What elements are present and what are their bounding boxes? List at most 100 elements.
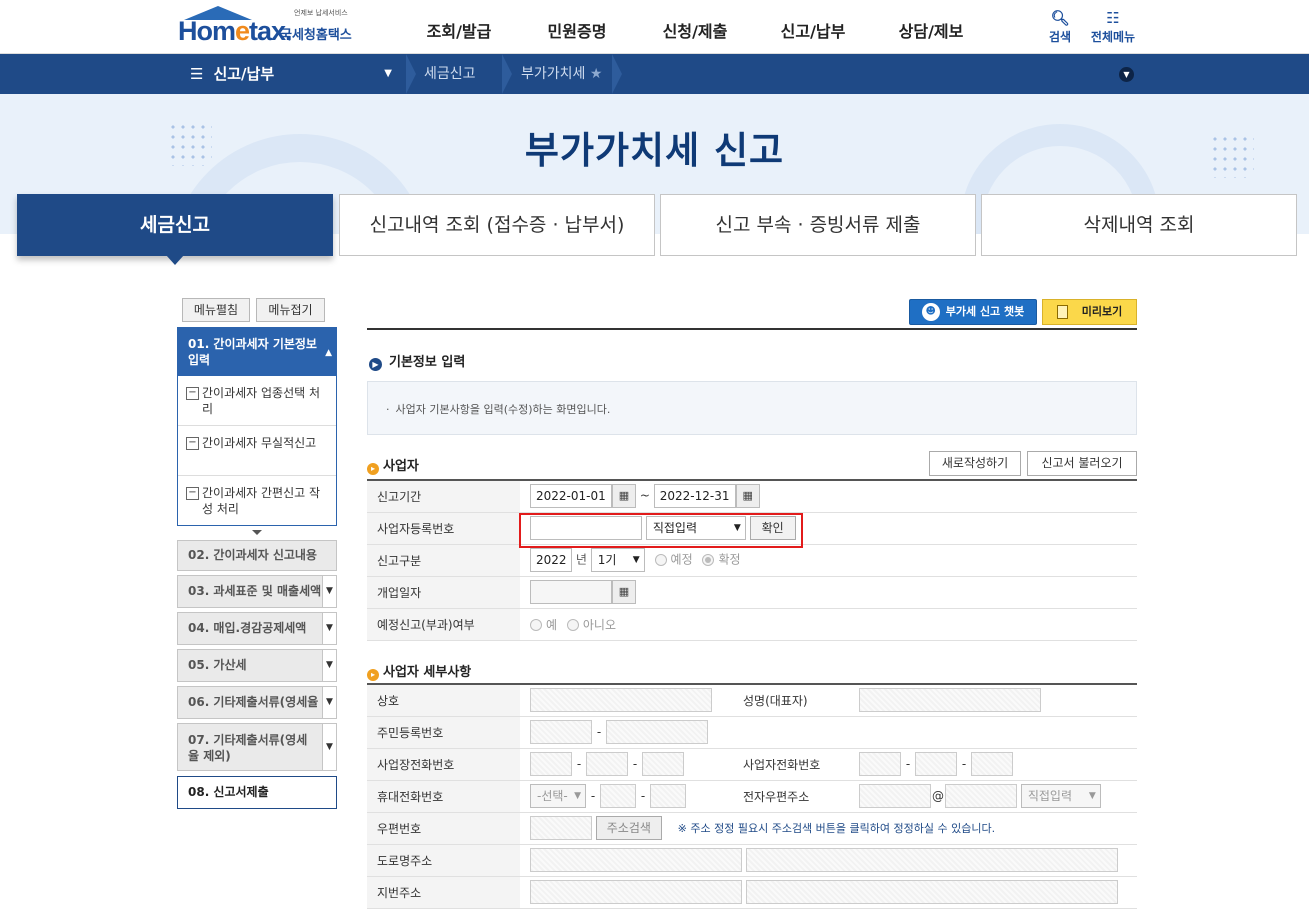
search-button[interactable]: 🔍︎ 검색 [1035, 8, 1085, 45]
breadcrumb-vat[interactable]: 부가가치세 ★ [521, 54, 602, 94]
year-input[interactable]: 2022 [530, 548, 572, 572]
open-date-cell: ▦ [520, 576, 1137, 609]
mobile-cell: -선택- ▼ - - [520, 780, 727, 813]
calendar-icon[interactable]: ▦ [612, 580, 636, 604]
menu-collapse-button[interactable]: 메뉴접기 [256, 298, 325, 322]
load-report-button[interactable]: 신고서 불러오기 [1027, 451, 1137, 476]
email-domain-select[interactable]: 직접입력 ▼ [1020, 784, 1101, 808]
gnb-item-report-pay[interactable]: 신고/납부 [754, 18, 872, 42]
step-6[interactable]: 06. 기타제출서류(영세율 ▼ [177, 686, 337, 719]
new-report-button[interactable]: 새로작성하기 [929, 451, 1021, 476]
step-1-item-business-type[interactable]: − 간이과세자 업종선택 처리 [178, 376, 336, 426]
mobile-prefix-select[interactable]: -선택- ▼ [530, 784, 586, 808]
email-at: @ [932, 788, 944, 803]
term-select-value: 1기 [597, 553, 617, 567]
tab-history[interactable]: 신고내역 조회 (접수증 · 납부서) [339, 194, 655, 256]
step-7-label: 07. 기타제출서류(영세율 제외) [188, 733, 308, 763]
rrn-dash: - [596, 724, 602, 739]
step-3[interactable]: 03. 과세표준 및 매출세액 ▼ [177, 575, 337, 608]
zip-cell: 주소검색 ※ 주소 정정 필요시 주소검색 버튼을 클릭하여 정정하실 수 있습… [520, 812, 1137, 845]
rrn-cell: - [520, 716, 1137, 749]
gnb-item-consult[interactable]: 상담/제보 [872, 18, 990, 42]
tab-deleted[interactable]: 삭제내역 조회 [981, 194, 1297, 256]
step-4[interactable]: 04. 매입.경감공제세액 ▼ [177, 612, 337, 645]
chatbot-icon: ☻ [921, 303, 940, 321]
rrn-label: 주민등록번호 [367, 716, 520, 749]
expand-circle-icon[interactable]: ▼ [1119, 67, 1134, 82]
calendar-icon[interactable]: ▦ [735, 484, 760, 509]
chevron-down-icon[interactable]: ▼ [322, 650, 336, 681]
radio-preliminary[interactable] [654, 553, 667, 566]
gnb-item-apply[interactable]: 신청/제출 [636, 18, 754, 42]
radio-final-label: 확정 [718, 552, 741, 567]
open-date-input[interactable] [530, 580, 612, 604]
representative-input[interactable] [859, 688, 1041, 713]
step-8[interactable]: 08. 신고서제출 [177, 776, 337, 809]
gnb-item-certificate[interactable]: 민원증명 [518, 18, 636, 42]
email-cell: @ 직접입력 ▼ [857, 780, 1137, 813]
tab-tax-report[interactable]: 세금신고 [17, 194, 333, 265]
period-from-input[interactable]: 2022-01-01 [530, 484, 612, 509]
radio-no[interactable] [566, 618, 579, 631]
chevron-down-icon[interactable]: ▼ [322, 687, 336, 718]
section-basic-info: ▶ 기본정보 입력 [369, 351, 465, 371]
email-domain-select-value: 직접입력 [1027, 789, 1072, 803]
period-to-input[interactable]: 2022-12-31 [653, 484, 736, 509]
biz-tel-3-input[interactable] [971, 752, 1013, 776]
step-2[interactable]: 02. 간이과세자 신고내용 [177, 540, 337, 571]
step-1-header[interactable]: 01. 간이과세자 기본정보 입력 ▲ [178, 328, 336, 376]
email-id-input[interactable] [859, 784, 931, 808]
biz-tel-dash-1: - [905, 756, 911, 771]
chevron-up-icon[interactable]: ▲ [325, 345, 332, 361]
chevron-down-icon[interactable]: ▼ [322, 724, 336, 770]
step-5[interactable]: 05. 가산세 ▼ [177, 649, 337, 682]
mobile-dash-1: - [590, 788, 596, 803]
step-1-item-simple-report[interactable]: − 간이과세자 간편신고 작성 처리 [178, 476, 336, 526]
term-select[interactable]: 1기 ▼ [590, 548, 645, 572]
open-date-label: 개업일자 [367, 576, 520, 609]
step-7[interactable]: 07. 기타제출서류(영세율 제외) ▼ [177, 723, 337, 771]
shop-tel-1-input[interactable] [530, 752, 572, 776]
radio-final[interactable] [702, 553, 715, 566]
vat-chatbot-button[interactable]: ☻ 부가세 신고 챗봇 [909, 299, 1037, 325]
biz-tel-2-input[interactable] [915, 752, 957, 776]
step-2-label: 02. 간이과세자 신고내용 [188, 548, 317, 562]
tab-attachments[interactable]: 신고 부속 · 증빙서류 제출 [660, 194, 976, 256]
road-address-1-input[interactable] [530, 848, 742, 872]
menu-dropdown[interactable]: ☰ 신고/납부 ▼ [176, 54, 406, 94]
road-address-2-input[interactable] [745, 848, 1118, 872]
shop-tel-2-input[interactable] [586, 752, 628, 776]
all-menu-button[interactable]: ☷ 전체메뉴 [1088, 8, 1138, 45]
radio-yes[interactable] [530, 618, 542, 631]
email-domain-input[interactable] [945, 784, 1017, 808]
chevron-down-icon[interactable]: ▼ [322, 613, 336, 644]
rrn-second-input[interactable] [606, 720, 708, 744]
address-search-button[interactable]: 주소검색 [595, 816, 662, 840]
chevron-down-icon[interactable]: ▼ [322, 576, 336, 607]
rrn-first-input[interactable] [530, 720, 592, 744]
gnb-item-lookup[interactable]: 조회/발급 [400, 18, 518, 42]
favorite-star-icon[interactable]: ★ [590, 66, 603, 82]
shop-tel-3-input[interactable] [642, 752, 684, 776]
step-1-item-no-record[interactable]: − 간이과세자 무실적신고 [178, 426, 336, 476]
breadcrumb-tax-report[interactable]: 세금신고 [424, 54, 476, 94]
info-text: 사업자 기본사항을 입력(수정)하는 화면입니다. [395, 403, 611, 416]
zip-note: ※ 주소 정정 필요시 주소검색 버튼을 클릭하여 정정하실 수 있습니다. [677, 821, 996, 835]
mobile-3-input[interactable] [650, 784, 686, 808]
lot-address-1-input[interactable] [530, 880, 742, 904]
calendar-icon[interactable]: ▦ [612, 484, 636, 509]
lot-address-2-input[interactable] [745, 880, 1118, 904]
biz-tel-1-input[interactable] [859, 752, 901, 776]
mobile-prefix-value: -선택- [537, 789, 568, 803]
zip-input[interactable] [530, 816, 592, 840]
location-bar: ☰ 신고/납부 ▼ 세금신고 부가가치세 ★ ▼ [0, 54, 1309, 94]
global-nav: 조회/발급 민원증명 신청/제출 신고/납부 상담/제보 [400, 18, 990, 42]
company-name-input[interactable] [530, 688, 712, 713]
menu-expand-button[interactable]: 메뉴펼침 [182, 298, 250, 322]
orange-arrow-icon: ▸ [367, 669, 379, 681]
hometax-logo[interactable]: 언제보 납세서비스 Hometax. 국세청홈택스 [176, 6, 366, 48]
year-unit: 년 [575, 552, 587, 567]
mobile-2-input[interactable] [600, 784, 636, 808]
step-1-item-label: 간이과세자 무실적신고 [202, 436, 317, 450]
preview-button[interactable]: 미리보기 [1042, 299, 1137, 325]
